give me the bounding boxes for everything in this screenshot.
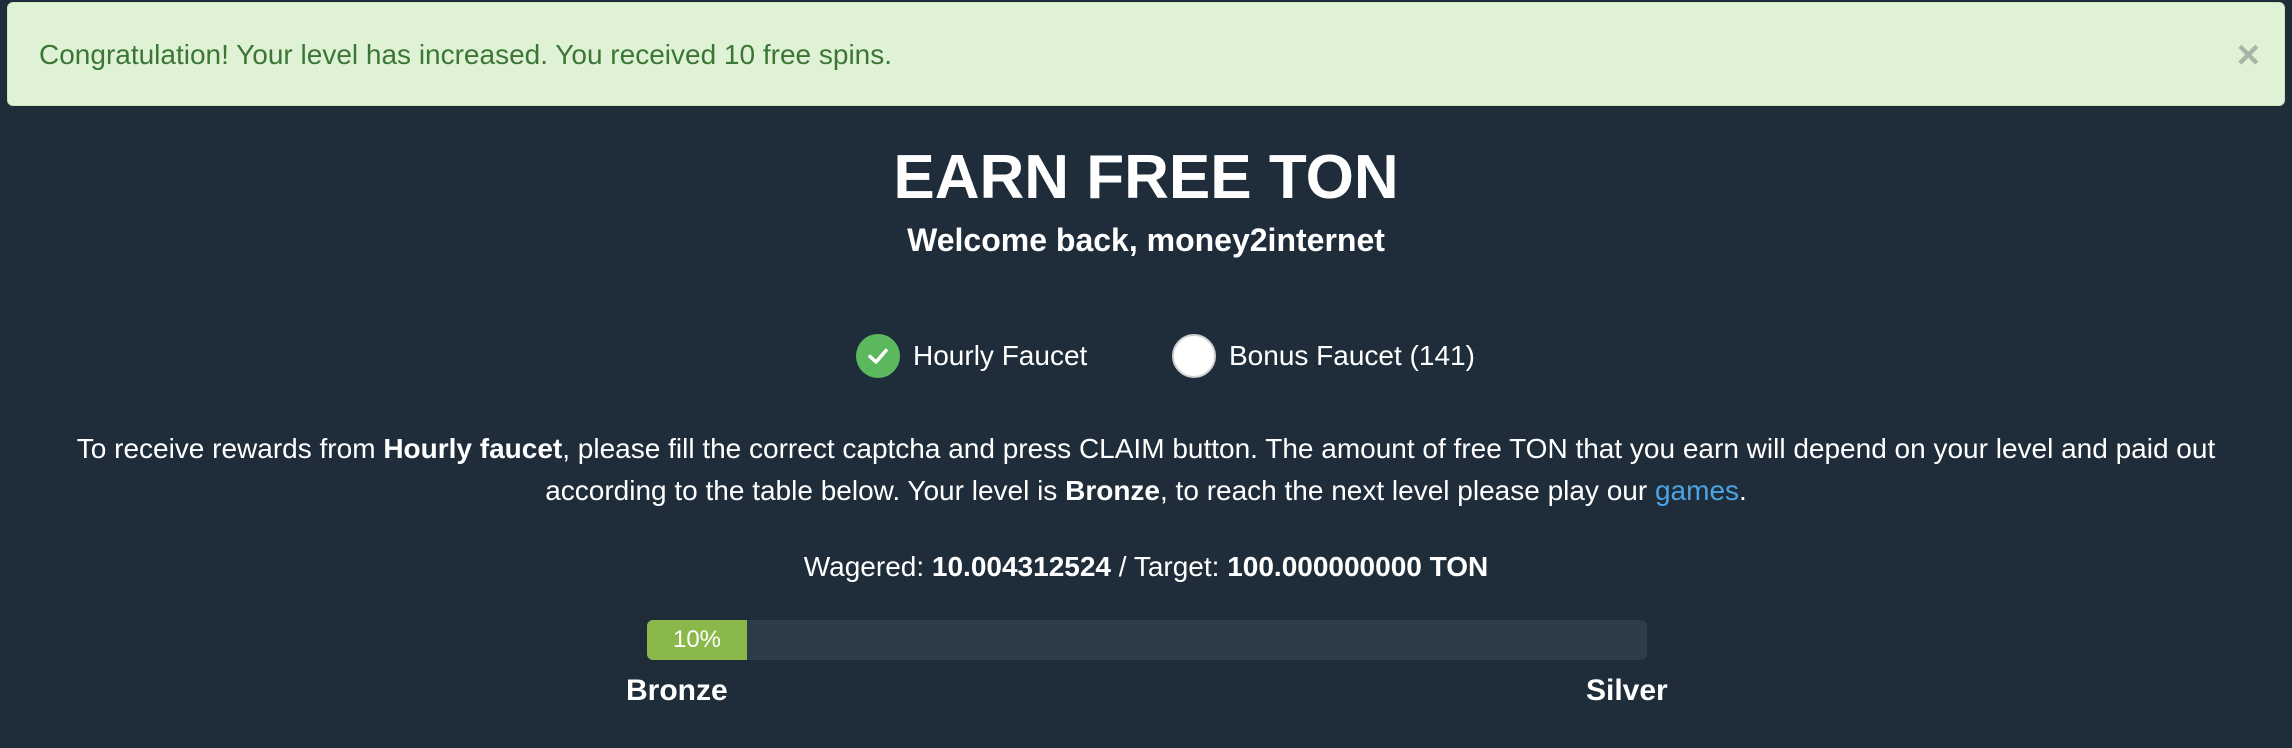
wagered-value: 10.004312524 (931, 551, 1111, 582)
close-icon[interactable]: × (2237, 35, 2260, 75)
current-level-label: Bronze (626, 674, 728, 707)
faucet-description: To receive rewards from Hourly faucet, p… (40, 428, 2252, 512)
radio-circle-icon (1172, 334, 1216, 378)
faucet-name: Hourly faucet (383, 433, 563, 464)
target-label: / Target: (1110, 551, 1228, 582)
hourly-faucet-label: Hourly Faucet (913, 340, 1088, 371)
games-link[interactable]: games (1655, 475, 1739, 506)
bonus-faucet-option[interactable]: Bonus Faucet (141) (1172, 334, 1475, 378)
next-level-label: Silver (1586, 674, 1668, 707)
description-text: To receive rewards from (76, 433, 384, 464)
welcome-message: Welcome back, money2internet (907, 222, 1385, 258)
page-title: EARN FREE TON (893, 143, 1399, 212)
checkmark-icon (856, 334, 900, 378)
wager-info: Wagered: 10.004312524 / Target: 100.0000… (0, 549, 2292, 585)
progress-fill: 10% (647, 620, 747, 660)
description-text: , to reach the next level please play ou… (1160, 475, 1655, 506)
wagered-label: Wagered: (803, 551, 932, 582)
target-value: 100.000000000 TON (1227, 551, 1489, 582)
current-level: Bronze (1065, 475, 1160, 506)
hourly-faucet-option[interactable]: Hourly Faucet (856, 334, 1087, 378)
description-text: . (1739, 475, 1747, 506)
bonus-faucet-label: Bonus Faucet (141) (1229, 340, 1475, 371)
level-progress-bar: 10% (647, 620, 1647, 660)
success-alert: Congratulation! Your level has increased… (7, 2, 2285, 106)
alert-message: Congratulation! Your level has increased… (39, 39, 893, 70)
